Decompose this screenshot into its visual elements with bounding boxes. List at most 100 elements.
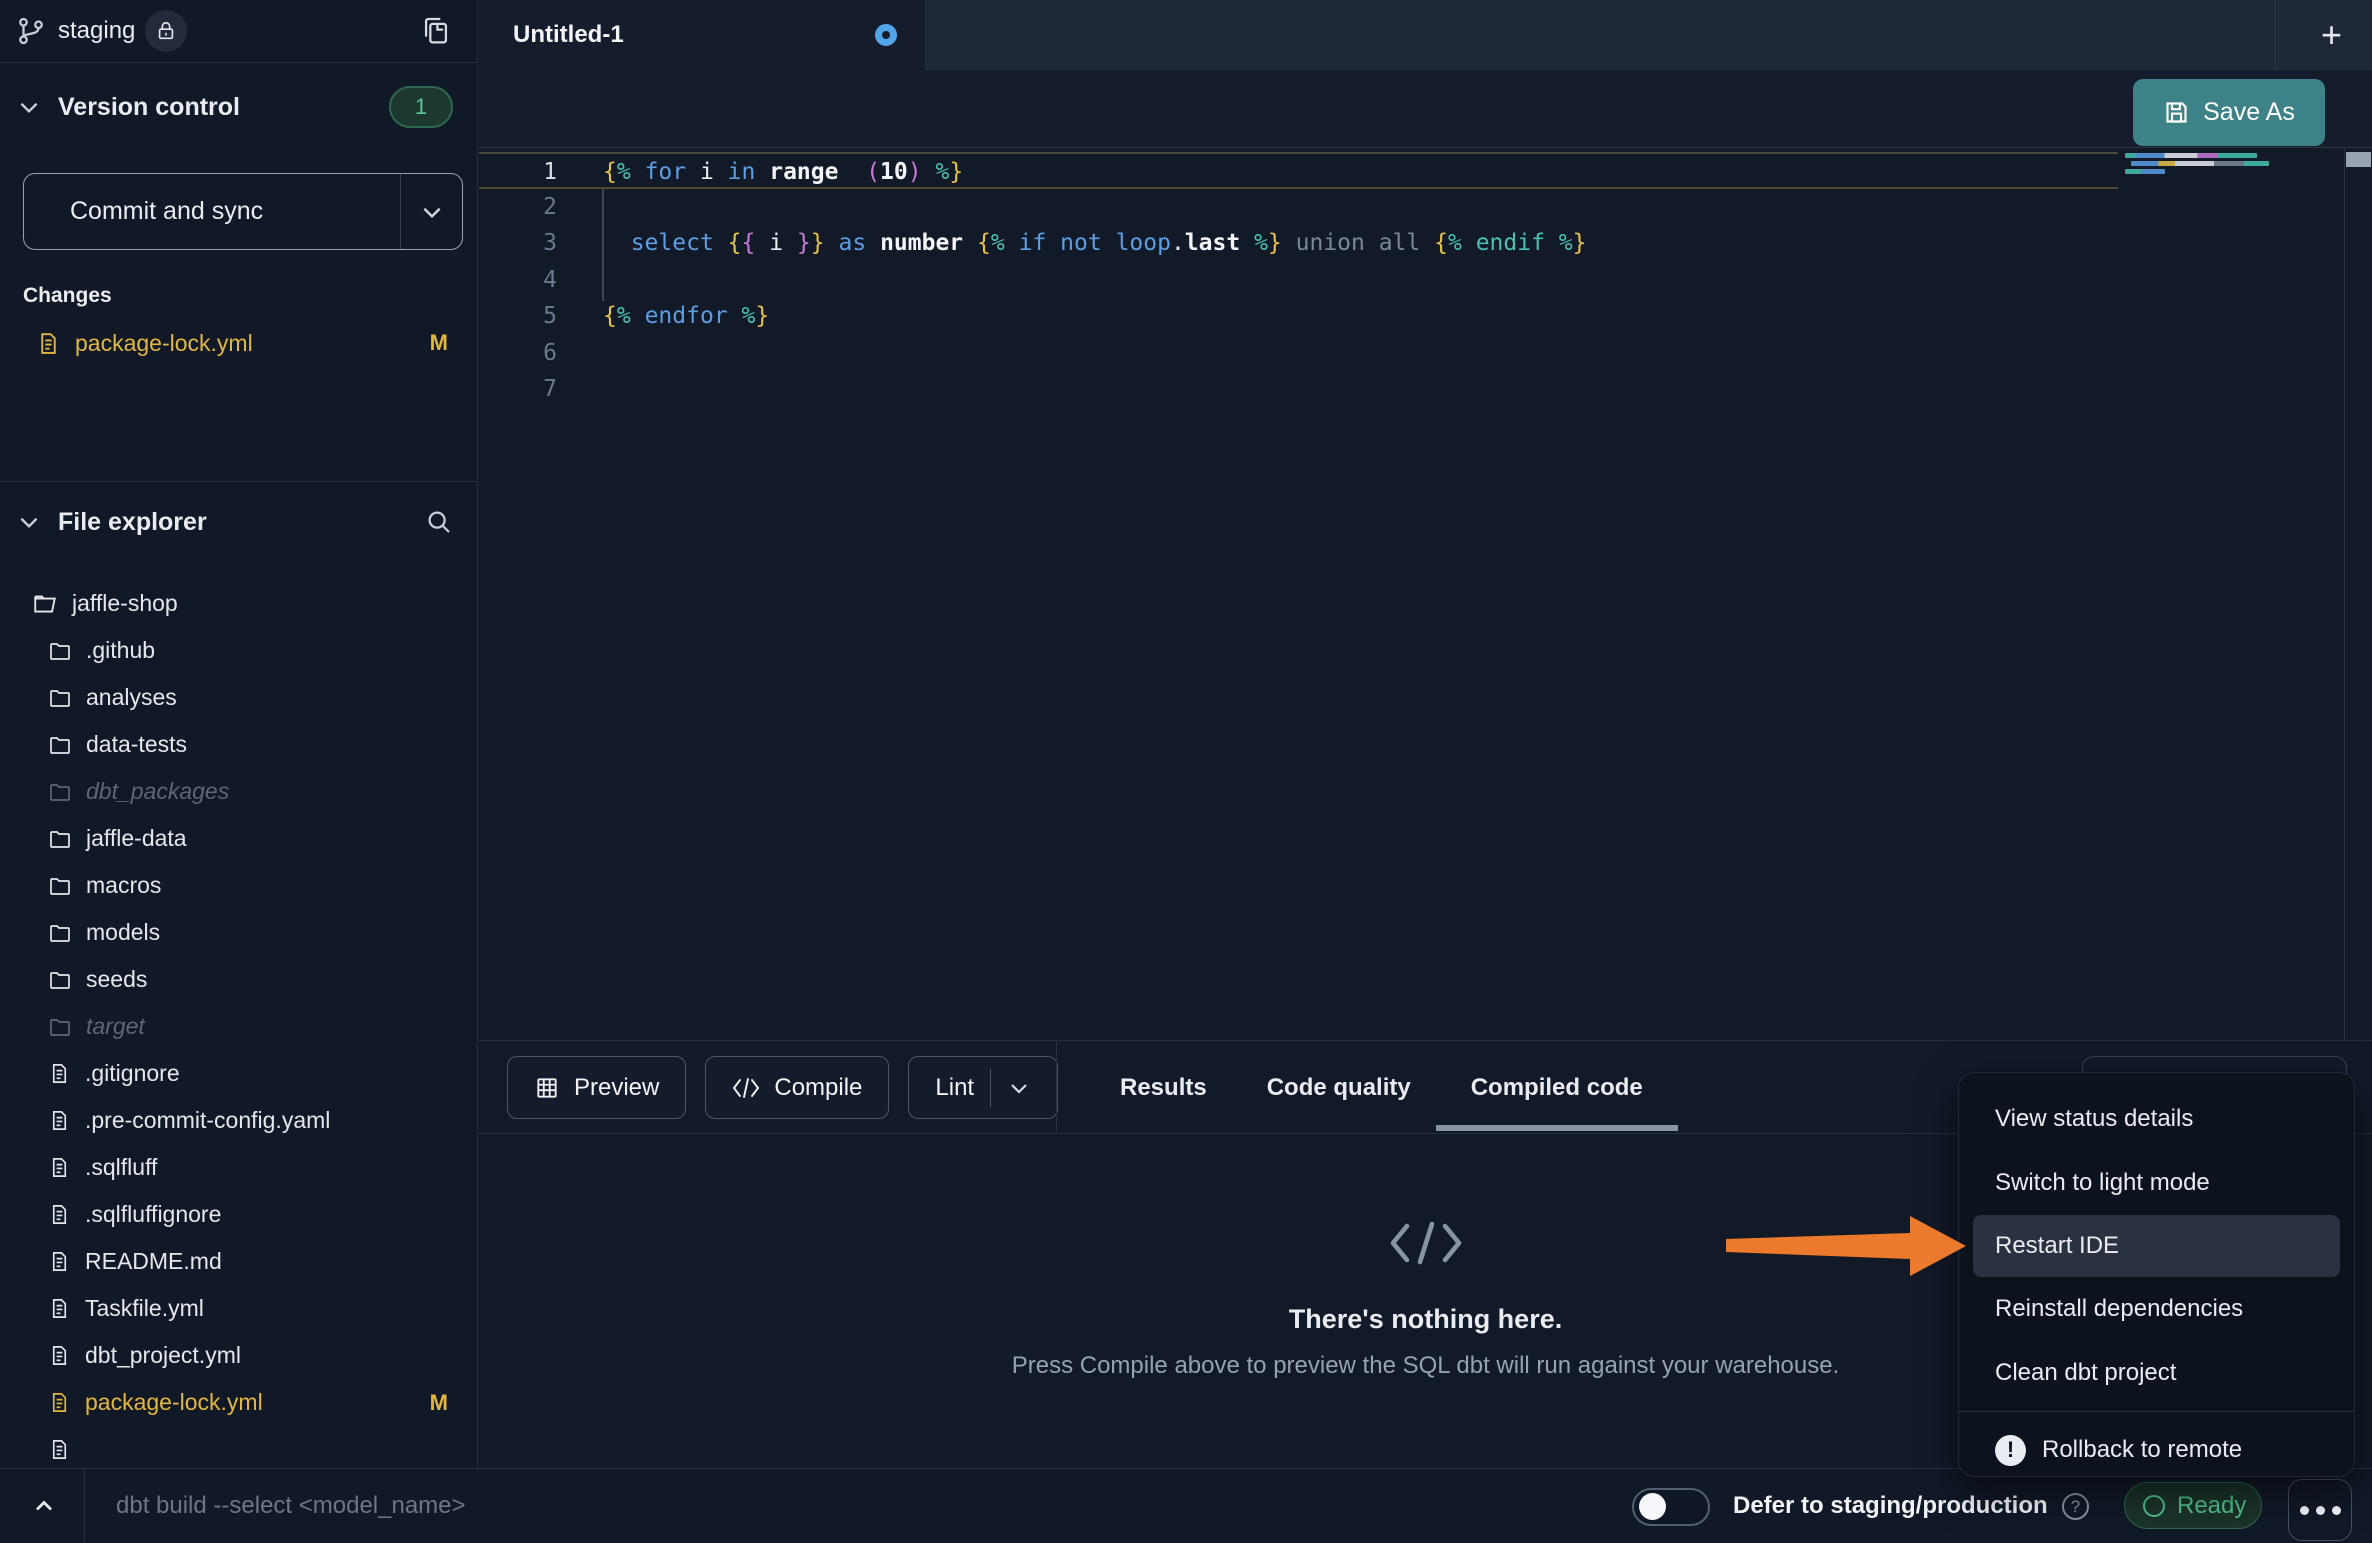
tab-code-quality[interactable]: Code quality — [1267, 1041, 1411, 1134]
tree-item-label: package-lock.yml — [85, 1389, 263, 1416]
menu-item-label: Clean dbt project — [1995, 1359, 2176, 1387]
lock-icon — [155, 20, 177, 42]
tree-item-.gitignore[interactable]: .gitignore — [0, 1050, 478, 1097]
code-text: select {{ i }} as number {% if not loop.… — [603, 225, 1587, 262]
code-line-7[interactable]: 7 — [479, 371, 2345, 408]
line-number: 1 — [479, 154, 557, 191]
menu-item-label: Switch to light mode — [1995, 1169, 2210, 1197]
commit-options-chevron[interactable] — [400, 174, 462, 249]
branch-lock-chip[interactable] — [145, 10, 187, 52]
toggle-knob — [1639, 1493, 1666, 1520]
sidebar: staging Version control 1 Commit and syn… — [0, 0, 478, 1468]
changed-file-name: package-lock.yml — [75, 330, 253, 357]
folder-icon — [48, 827, 72, 851]
file-tree: jaffle-shop.githubanalysesdata-testsdbt_… — [0, 580, 478, 1468]
copy-icon[interactable] — [419, 14, 453, 48]
search-icon[interactable] — [424, 507, 454, 537]
save-as-button[interactable]: Save As — [2133, 79, 2325, 146]
tree-item-.pre-commit-config.yaml[interactable]: .pre-commit-config.yaml — [0, 1097, 478, 1144]
menu-item-reinstall-dependencies[interactable]: Reinstall dependencies — [1959, 1277, 2354, 1341]
changes-label: Changes — [23, 284, 112, 308]
help-icon[interactable]: ? — [2062, 1493, 2089, 1520]
menu-item-rollback-to-remote[interactable]: !Rollback to remote — [1959, 1418, 2354, 1482]
folder-icon — [48, 1015, 72, 1039]
chevron-down-icon[interactable] — [16, 94, 42, 120]
tab-untitled-1[interactable]: Untitled-1 — [479, 0, 926, 70]
minimap[interactable] — [2125, 153, 2270, 185]
tree-item-data-tests[interactable]: data-tests — [0, 721, 478, 768]
tree-item-target[interactable]: target — [0, 1003, 478, 1050]
status-ring-icon — [2143, 1495, 2165, 1517]
line-number: 5 — [479, 298, 557, 335]
menu-item-view-status-details[interactable]: View status details — [1959, 1087, 2354, 1151]
tree-item-label: Taskfile.yml — [85, 1295, 204, 1322]
file-icon — [48, 1250, 71, 1273]
tree-item-jaffle-shop[interactable]: jaffle-shop — [0, 580, 478, 627]
version-control-badge: 1 — [389, 86, 453, 128]
code-line-1[interactable]: 1{% for i in range (10) %} — [479, 152, 2118, 189]
save-icon — [2163, 99, 2190, 126]
folder-icon — [48, 686, 72, 710]
code-line-3[interactable]: 3 select {{ i }} as number {% if not loo… — [479, 225, 2345, 262]
tree-item-jaffle-data[interactable]: jaffle-data — [0, 815, 478, 862]
chevron-down-icon[interactable] — [16, 509, 42, 535]
file-icon — [48, 1297, 71, 1320]
tree-item-label: .pre-commit-config.yaml — [85, 1107, 330, 1134]
commit-and-sync-button[interactable]: Commit and sync — [23, 173, 463, 250]
version-control-header[interactable]: Version control 1 — [0, 77, 477, 137]
collapse-command-bar-button[interactable] — [22, 1469, 66, 1543]
more-options-button[interactable] — [2288, 1479, 2352, 1541]
tree-item-clipped[interactable] — [0, 1426, 478, 1468]
ellipsis-icon — [2300, 1506, 2309, 1515]
tree-item-models[interactable]: models — [0, 909, 478, 956]
tree-item-analyses[interactable]: analyses — [0, 674, 478, 721]
button-label: Preview — [574, 1074, 659, 1102]
tree-item-macros[interactable]: macros — [0, 862, 478, 909]
preview-button[interactable]: Preview — [507, 1056, 686, 1119]
code-text: {% endfor %} — [603, 298, 769, 335]
tabbar-divider — [2275, 0, 2276, 70]
button-label: Compile — [774, 1074, 862, 1102]
tab-compiled-code[interactable]: Compiled code — [1471, 1041, 1643, 1134]
tree-item-dbt_project.yml[interactable]: dbt_project.yml — [0, 1332, 478, 1379]
tree-item-.github[interactable]: .github — [0, 627, 478, 674]
scrollbar-thumb[interactable] — [2346, 152, 2371, 167]
menu-item-switch-to-light-mode[interactable]: Switch to light mode — [1959, 1151, 2354, 1215]
code-line-6[interactable]: 6 — [479, 335, 2345, 372]
git-branch-icon — [16, 16, 46, 46]
lint-button[interactable]: Lint — [908, 1056, 1058, 1119]
defer-toggle[interactable] — [1632, 1488, 1710, 1526]
file-explorer-header[interactable]: File explorer — [0, 482, 478, 562]
new-tab-button[interactable]: + — [2291, 0, 2372, 70]
ready-status[interactable]: Ready — [2124, 1482, 2262, 1529]
changed-file-row[interactable]: package-lock.yml M — [0, 322, 478, 364]
tree-item-.sqlfluff[interactable]: .sqlfluff — [0, 1144, 478, 1191]
tab-results[interactable]: Results — [1120, 1041, 1207, 1134]
menu-item-restart-ide[interactable]: Restart IDE — [1973, 1215, 2340, 1277]
scrollbar-track — [2344, 148, 2345, 1040]
line-number: 4 — [479, 262, 557, 299]
command-input[interactable]: dbt build --select <model_name> — [116, 1469, 466, 1543]
code-editor[interactable]: 1{% for i in range (10) %}23 select {{ i… — [479, 147, 2372, 1040]
tree-item-README.md[interactable]: README.md — [0, 1238, 478, 1285]
tree-item-label: seeds — [86, 966, 147, 993]
tree-item-dbt_packages[interactable]: dbt_packages — [0, 768, 478, 815]
button-divider — [990, 1069, 991, 1107]
file-icon — [48, 1062, 71, 1085]
branch-header: staging — [0, 0, 477, 63]
code-line-2[interactable]: 2 — [479, 189, 2345, 226]
tree-item-seeds[interactable]: seeds — [0, 956, 478, 1003]
chevron-down-icon[interactable] — [1007, 1076, 1031, 1100]
tree-item-.sqlfluffignore[interactable]: .sqlfluffignore — [0, 1191, 478, 1238]
code-line-5[interactable]: 5 {% endfor %} — [479, 298, 2345, 335]
compile-button[interactable]: Compile — [705, 1056, 889, 1119]
folder-icon — [48, 639, 72, 663]
code-brackets-icon — [1388, 1220, 1464, 1266]
file-icon — [48, 1438, 71, 1461]
menu-item-clean-dbt-project[interactable]: Clean dbt project — [1959, 1341, 2354, 1405]
code-line-4[interactable]: 4 — [479, 262, 2345, 299]
tree-item-label: target — [86, 1013, 145, 1040]
tree-item-package-lock.yml[interactable]: package-lock.ymlM — [0, 1379, 478, 1426]
folder-icon — [48, 874, 72, 898]
tree-item-Taskfile.yml[interactable]: Taskfile.yml — [0, 1285, 478, 1332]
